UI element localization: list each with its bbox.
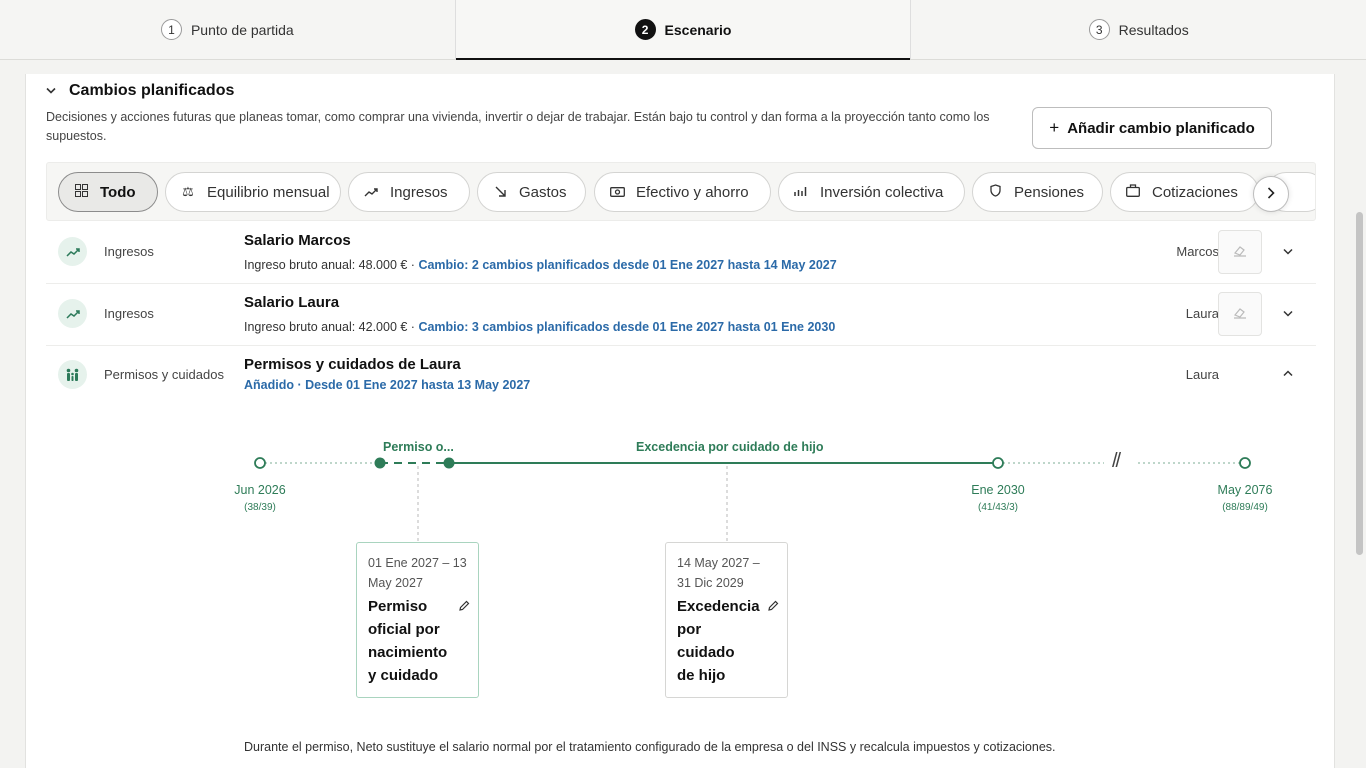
shield-icon [987, 184, 1003, 200]
timeline-date: Jun 2026 [234, 483, 286, 497]
eraser-button[interactable] [1218, 292, 1262, 336]
chip-label: Equilibrio mensual [207, 183, 330, 201]
eraser-icon [1233, 306, 1247, 322]
section-title: Cambios planificados [69, 82, 235, 99]
chevron-up-icon[interactable] [1283, 366, 1293, 380]
step-number: 1 [160, 19, 182, 40]
family-icon [58, 360, 87, 389]
trend-up-icon [363, 185, 379, 200]
chip-label: Efectivo y ahorro [636, 183, 749, 201]
timeline-ages: (88/89/49) [1222, 502, 1268, 513]
filter-chip-todo[interactable]: Todo [58, 172, 158, 212]
timeline-break-mark: // [1112, 450, 1121, 472]
row-subtitle: Ingreso bruto anual: 42.000 € · Cambio: … [244, 320, 835, 334]
chevron-down-icon[interactable] [46, 85, 56, 97]
row-category: Permisos y cuidados [104, 367, 224, 382]
add-planned-change-button[interactable]: + Añadir cambio planificado [1032, 107, 1272, 149]
row-change-summary: Cambio: 2 cambios planificados desde 01 … [418, 258, 837, 272]
card-title: Excedencia por cuidado de hijo [677, 598, 760, 684]
timeline-date: Ene 2030 [971, 483, 1025, 497]
timeline-point-permiso-end [443, 457, 455, 469]
row-person: Laura [1185, 306, 1219, 321]
change-row-salario-laura[interactable]: Ingresos Salario Laura Ingreso bruto anu… [46, 284, 1316, 346]
card-dates: 01 Ene 2027 – 13 May 2027 [368, 556, 467, 590]
timeline-point-start [254, 457, 266, 469]
section-header[interactable]: Cambios planificados [46, 82, 234, 100]
timeline-segment-permiso-label[interactable]: Permiso o... [383, 440, 454, 454]
change-row-salario-marcos[interactable]: Ingresos Salario Marcos Ingreso bruto an… [46, 222, 1316, 284]
row-person: Laura [1185, 367, 1219, 382]
step-label: Resultados [1118, 21, 1189, 38]
filter-chip-ingresos[interactable]: Ingresos [348, 172, 470, 212]
eraser-button[interactable] [1218, 230, 1262, 274]
row-category: Ingresos [104, 306, 154, 321]
step-punto-de-partida[interactable]: 1 Punto de partida [0, 0, 456, 59]
step-number: 2 [634, 19, 656, 40]
step-resultados[interactable]: 3 Resultados [911, 0, 1366, 59]
timeline-point-end [1239, 457, 1251, 469]
row-title: Salario Marcos [244, 232, 351, 249]
row-subtitle: Ingreso bruto anual: 48.000 € · Cambio: … [244, 258, 837, 272]
card-title: Permiso oficial por nacimiento y cuidado [368, 598, 448, 684]
step-number: 3 [1088, 19, 1110, 40]
row-change-summary: Añadido · Desde 01 Ene 2027 hasta 13 May… [244, 378, 531, 392]
timeline-point-permiso-start [374, 457, 386, 469]
filter-chip-pensiones[interactable]: Pensiones [972, 172, 1103, 212]
leave-footnote: Durante el permiso, Neto sustituye el sa… [244, 740, 1056, 754]
pencil-icon[interactable] [767, 600, 779, 615]
timeline-ages: (41/43/3) [977, 502, 1019, 513]
row-title: Salario Laura [244, 294, 340, 311]
chevron-down-icon[interactable] [1283, 244, 1293, 258]
step-escenario[interactable]: 2 Escenario [455, 0, 912, 60]
step-label: Punto de partida [190, 21, 294, 38]
chip-label: Ingresos [390, 183, 448, 201]
timeline-card-permiso[interactable]: 01 Ene 2027 – 13 May 2027 Permiso oficia… [356, 542, 479, 698]
eraser-icon [1233, 244, 1247, 260]
filters-scroll-right-button[interactable] [1253, 176, 1289, 212]
plus-icon: + [1049, 118, 1060, 137]
timeline-card-excedencia[interactable]: 14 May 2027 – 31 Dic 2029 Excedencia por… [665, 542, 788, 698]
timeline-ages: (38/39) [244, 502, 276, 513]
filter-chip-gastos[interactable]: Gastos [477, 172, 586, 212]
filter-bar: Todo ⚖ Equilibrio mensual Ingresos Gasto… [46, 162, 1316, 221]
briefcase-icon [1125, 184, 1141, 200]
chip-label: Cotizaciones [1152, 183, 1238, 201]
step-label: Escenario [664, 21, 732, 38]
filter-chip-inversion-colectiva[interactable]: Inversión colectiva [778, 172, 965, 212]
row-title: Permisos y cuidados de Laura [244, 356, 461, 373]
stepper: 1 Punto de partida 2 Escenario 3 Resulta… [0, 0, 1366, 60]
chevron-down-icon[interactable] [1283, 306, 1293, 320]
page-scrollbar[interactable] [1356, 212, 1363, 555]
section-description: Decisiones y acciones futuras que planea… [46, 110, 990, 143]
row-category: Ingresos [104, 244, 154, 259]
chip-label: Inversión colectiva [820, 183, 944, 201]
arrow-down-right-icon [492, 185, 508, 200]
card-dates: 14 May 2027 – 31 Dic 2029 [677, 556, 760, 590]
row-person: Marcos [1176, 244, 1219, 259]
filter-chip-efectivo-y-ahorro[interactable]: Efectivo y ahorro [594, 172, 771, 212]
chip-label: Gastos [519, 183, 567, 201]
scale-icon: ⚖ [182, 184, 194, 199]
pencil-icon[interactable] [458, 600, 470, 615]
chevron-right-icon [1267, 184, 1275, 204]
chip-label: Pensiones [1014, 183, 1085, 201]
filter-chip-cotizaciones[interactable]: Cotizaciones [1110, 172, 1259, 212]
change-row-permisos-laura[interactable]: Permisos y cuidados Permisos y cuidados … [46, 346, 1316, 406]
chart-icon [793, 185, 809, 200]
row-amount: Ingreso bruto anual: 48.000 € · [244, 258, 419, 272]
chip-label: Todo [100, 183, 136, 201]
timeline-date: May 2076 [1217, 483, 1273, 497]
filter-chip-equilibrio-mensual[interactable]: ⚖ Equilibrio mensual [165, 172, 341, 212]
planned-changes-panel: Cambios planificados Decisiones y accion… [25, 74, 1335, 768]
add-button-label: Añadir cambio planificado [1067, 119, 1255, 137]
row-amount: Ingreso bruto anual: 42.000 € · [244, 320, 419, 334]
row-subtitle: Añadido · Desde 01 Ene 2027 hasta 13 May… [244, 378, 530, 392]
trend-up-icon [58, 237, 87, 266]
timeline-point-ene-2030 [992, 457, 1004, 469]
trend-up-icon [58, 299, 87, 328]
timeline-segment-excedencia-label[interactable]: Excedencia por cuidado de hijo [636, 440, 824, 454]
cash-icon [609, 185, 625, 200]
row-change-summary: Cambio: 3 cambios planificados desde 01 … [418, 320, 836, 334]
grid-icon [73, 184, 89, 200]
